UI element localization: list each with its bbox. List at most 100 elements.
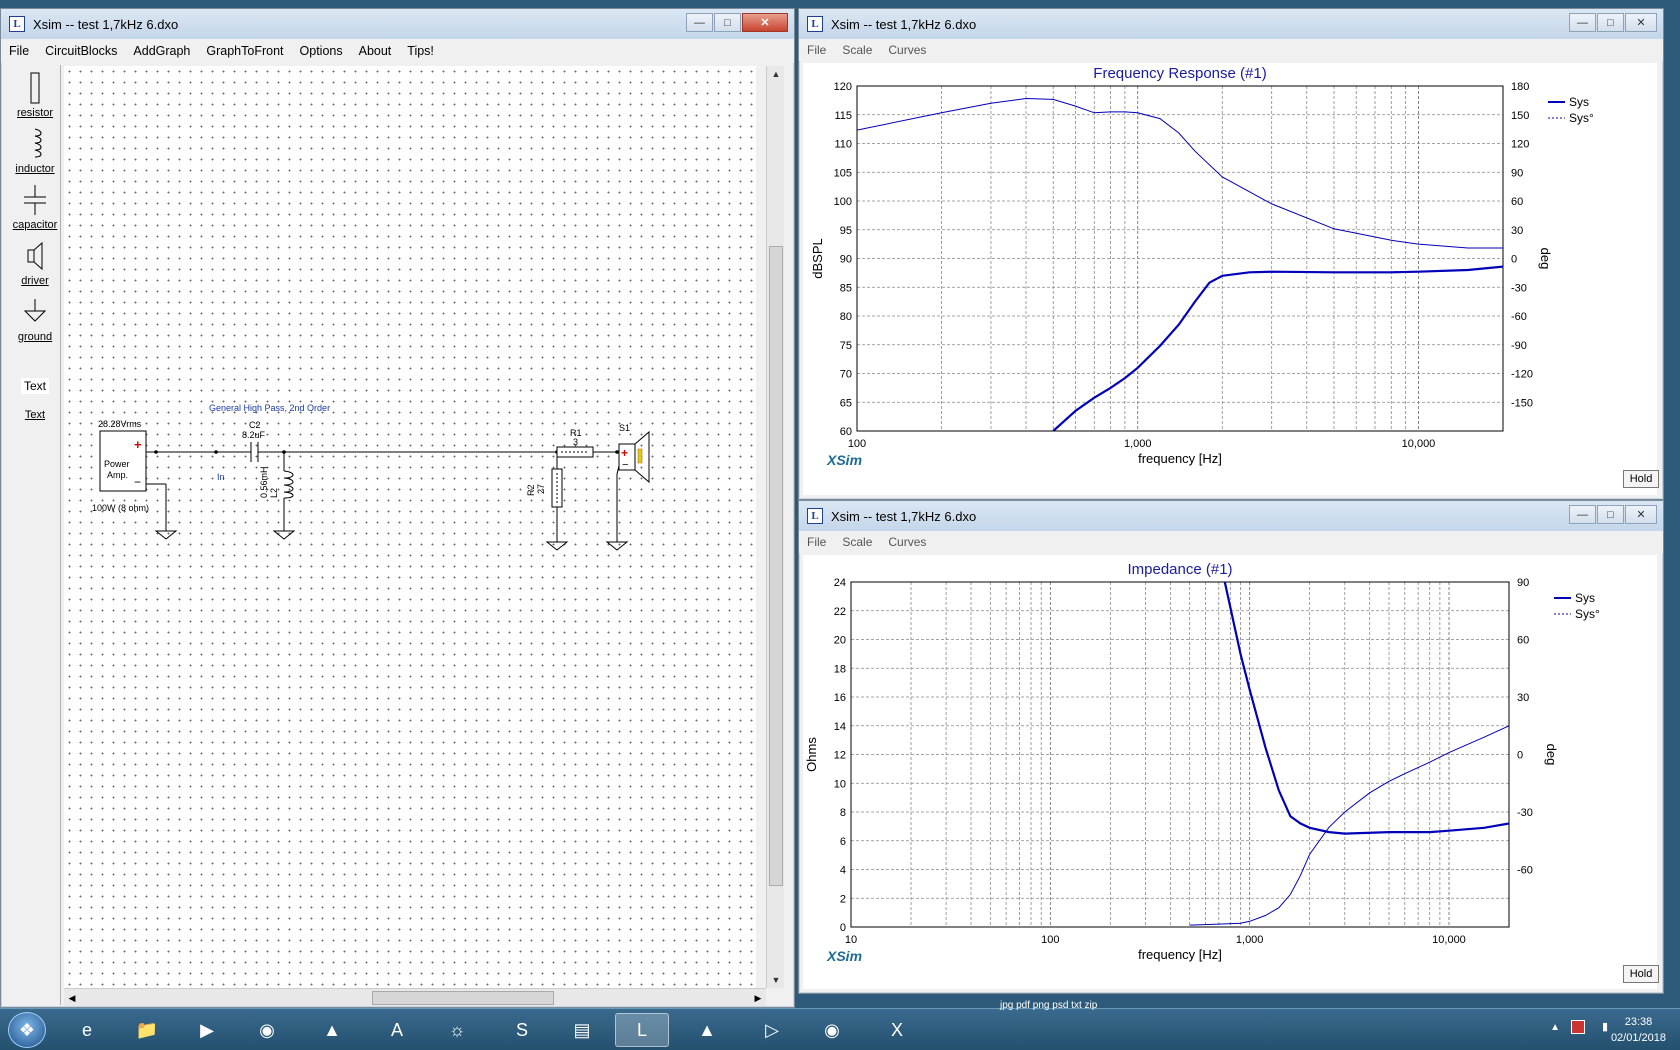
y-tick-label: 12 bbox=[834, 750, 846, 762]
power-amp-block[interactable]: + − Power Amp. bbox=[99, 430, 147, 492]
pdf-reader-icon[interactable]: ▲ bbox=[680, 1013, 734, 1047]
tool-resistor[interactable]: resistor bbox=[9, 71, 61, 119]
tool-inductor[interactable]: inductor bbox=[9, 127, 61, 175]
scroll-down-arrow[interactable]: ▼ bbox=[767, 972, 785, 988]
taskbar: ❖ e 📁 ▶ ◉ ▲ A ☼ S ▤ L ▲ ▷ ◉ X jpg pdf pn… bbox=[0, 1000, 1680, 1050]
excel-icon[interactable]: X bbox=[870, 1013, 924, 1047]
menu-curves[interactable]: Curves bbox=[880, 43, 934, 57]
xsim-icon[interactable]: L bbox=[615, 1013, 669, 1047]
clock-date: 02/01/2018 bbox=[1610, 1032, 1666, 1044]
maximize-button[interactable]: □ bbox=[1597, 13, 1624, 32]
menu-circuitblocks[interactable]: CircuitBlocks bbox=[37, 44, 125, 58]
tool-capacitor[interactable]: capacitor bbox=[9, 183, 61, 231]
y-tick-label: 20 bbox=[834, 635, 846, 647]
tool-text-preview[interactable]: Text bbox=[9, 378, 61, 394]
capacitor-icon bbox=[24, 185, 46, 215]
tool-ground[interactable]: ground bbox=[9, 295, 61, 343]
media-player-icon[interactable]: ▶ bbox=[180, 1013, 234, 1047]
menu-scale[interactable]: Scale bbox=[834, 535, 880, 549]
close-button[interactable]: ✕ bbox=[1625, 505, 1657, 524]
schematic-window: L Xsim -- test 1,7kHz 6.dxo — □ ✕ File C… bbox=[0, 8, 795, 1008]
maximize-button[interactable]: □ bbox=[1597, 505, 1624, 524]
schematic-titlebar[interactable]: L Xsim -- test 1,7kHz 6.dxo — □ ✕ bbox=[1, 9, 794, 39]
x-tick-label: 10,000 bbox=[1402, 438, 1436, 450]
frequency-response-window: L Xsim -- test 1,7kHz 6.dxo — □ ✕ File S… bbox=[798, 8, 1664, 500]
speaker-s1[interactable]: + − bbox=[618, 430, 650, 484]
hold-button[interactable]: Hold bbox=[1623, 470, 1659, 488]
menu-graphtofront[interactable]: GraphToFront bbox=[198, 44, 291, 58]
system-tray: ▲ ▮ 23:38 02/01/2018 bbox=[1460, 1009, 1680, 1050]
signal-icon[interactable]: ▮ bbox=[1602, 1020, 1608, 1033]
menu-about[interactable]: About bbox=[351, 44, 400, 58]
y-tick-label: 120 bbox=[834, 81, 852, 93]
tray-arrow-icon[interactable]: ▲ bbox=[1550, 1022, 1560, 1033]
y2-tick-label: -30 bbox=[1511, 282, 1527, 294]
minimize-button[interactable]: — bbox=[1569, 13, 1596, 32]
vlc-icon[interactable]: ▲ bbox=[305, 1013, 359, 1047]
l2-label-value: 0.56mH bbox=[259, 466, 269, 498]
menu-curves[interactable]: Curves bbox=[880, 535, 934, 549]
inductor-l2[interactable] bbox=[283, 470, 294, 499]
y-tick-label: 8 bbox=[840, 807, 846, 819]
tool-text[interactable]: Text bbox=[9, 407, 61, 421]
schematic-canvas[interactable]: + − Power Amp. 28.28Vrms 100W (8 ohm) Ge… bbox=[64, 66, 756, 988]
imp-titlebar[interactable]: L Xsim -- test 1,7kHz 6.dxo — □ ✕ bbox=[799, 501, 1663, 531]
menu-file[interactable]: File bbox=[799, 535, 834, 549]
firefox-icon[interactable]: ☼ bbox=[430, 1013, 484, 1047]
y2-tick-label: 0 bbox=[1511, 254, 1517, 266]
hold-button[interactable]: Hold bbox=[1623, 965, 1659, 983]
menu-addgraph[interactable]: AddGraph bbox=[125, 44, 198, 58]
y2-tick-label: -90 bbox=[1511, 340, 1527, 352]
minimize-button[interactable]: — bbox=[1569, 505, 1596, 524]
minimize-button[interactable]: — bbox=[686, 13, 713, 32]
y-tick-label: 22 bbox=[834, 606, 846, 618]
start-button[interactable]: ❖ bbox=[8, 1012, 46, 1048]
tool-driver[interactable]: driver bbox=[9, 239, 61, 287]
x-axis-label: frequency [Hz] bbox=[1138, 947, 1222, 962]
menu-tips[interactable]: Tips! bbox=[399, 44, 442, 58]
svg-text:+: + bbox=[621, 446, 628, 460]
svg-text:+: + bbox=[134, 437, 142, 452]
superman-icon[interactable]: S bbox=[495, 1013, 549, 1047]
menu-options[interactable]: Options bbox=[292, 44, 351, 58]
source-voltage-label: 28.28Vrms bbox=[98, 419, 142, 429]
frequency-response-plot: 60 65 70 75 80 85 90 95 100 105 110 115 120 -150 -120 -… bbox=[803, 63, 1659, 495]
y2-tick-label: 60 bbox=[1511, 196, 1523, 208]
media-icon[interactable]: ▷ bbox=[745, 1013, 799, 1047]
resistor-r1[interactable] bbox=[556, 446, 594, 458]
y-tick-label: 70 bbox=[840, 369, 852, 381]
scroll-left-arrow[interactable]: ◀ bbox=[64, 989, 80, 1007]
legend-label: Sys° bbox=[1575, 607, 1600, 621]
scroll-thumb[interactable] bbox=[769, 246, 783, 886]
resistor-r2[interactable] bbox=[551, 468, 563, 508]
y2-axis-label: deg bbox=[1544, 744, 1559, 766]
capacitor-c2[interactable] bbox=[250, 442, 259, 462]
autocad-icon[interactable]: A bbox=[370, 1013, 424, 1047]
freq-titlebar[interactable]: L Xsim -- test 1,7kHz 6.dxo — □ ✕ bbox=[799, 9, 1663, 39]
menu-scale[interactable]: Scale bbox=[834, 43, 880, 57]
close-button[interactable]: ✕ bbox=[742, 13, 788, 32]
maximize-button[interactable]: □ bbox=[714, 13, 741, 32]
network-icon[interactable] bbox=[1571, 1020, 1585, 1034]
speaker-app-icon[interactable]: ◉ bbox=[805, 1013, 859, 1047]
menu-file[interactable]: File bbox=[799, 43, 834, 57]
scroll-thumb-h[interactable] bbox=[372, 991, 554, 1005]
y-tick-label: 95 bbox=[840, 225, 852, 237]
y-tick-label: 85 bbox=[840, 282, 852, 294]
folder-icon[interactable]: 📁 bbox=[120, 1013, 174, 1047]
scroll-right-arrow[interactable]: ▶ bbox=[750, 989, 766, 1007]
window-title: Xsim -- test 1,7kHz 6.dxo bbox=[831, 508, 977, 524]
archive-icon[interactable]: ▤ bbox=[555, 1013, 609, 1047]
chrome-icon[interactable]: ◉ bbox=[240, 1013, 294, 1047]
y2-tick-label: -150 bbox=[1511, 397, 1533, 409]
y2-tick-label: 0 bbox=[1517, 750, 1523, 762]
horizontal-scrollbar[interactable]: ◀ ▶ bbox=[64, 988, 766, 1006]
vertical-scrollbar[interactable]: ▲ ▼ bbox=[766, 66, 784, 988]
scroll-up-arrow[interactable]: ▲ bbox=[767, 66, 785, 82]
close-button[interactable]: ✕ bbox=[1625, 13, 1657, 32]
y-tick-label: 18 bbox=[834, 663, 846, 675]
y-tick-label: 105 bbox=[834, 167, 852, 179]
clock[interactable]: 23:38 02/01/2018 bbox=[1611, 1014, 1666, 1046]
ie-icon[interactable]: e bbox=[60, 1013, 114, 1047]
menu-file[interactable]: File bbox=[1, 44, 37, 58]
